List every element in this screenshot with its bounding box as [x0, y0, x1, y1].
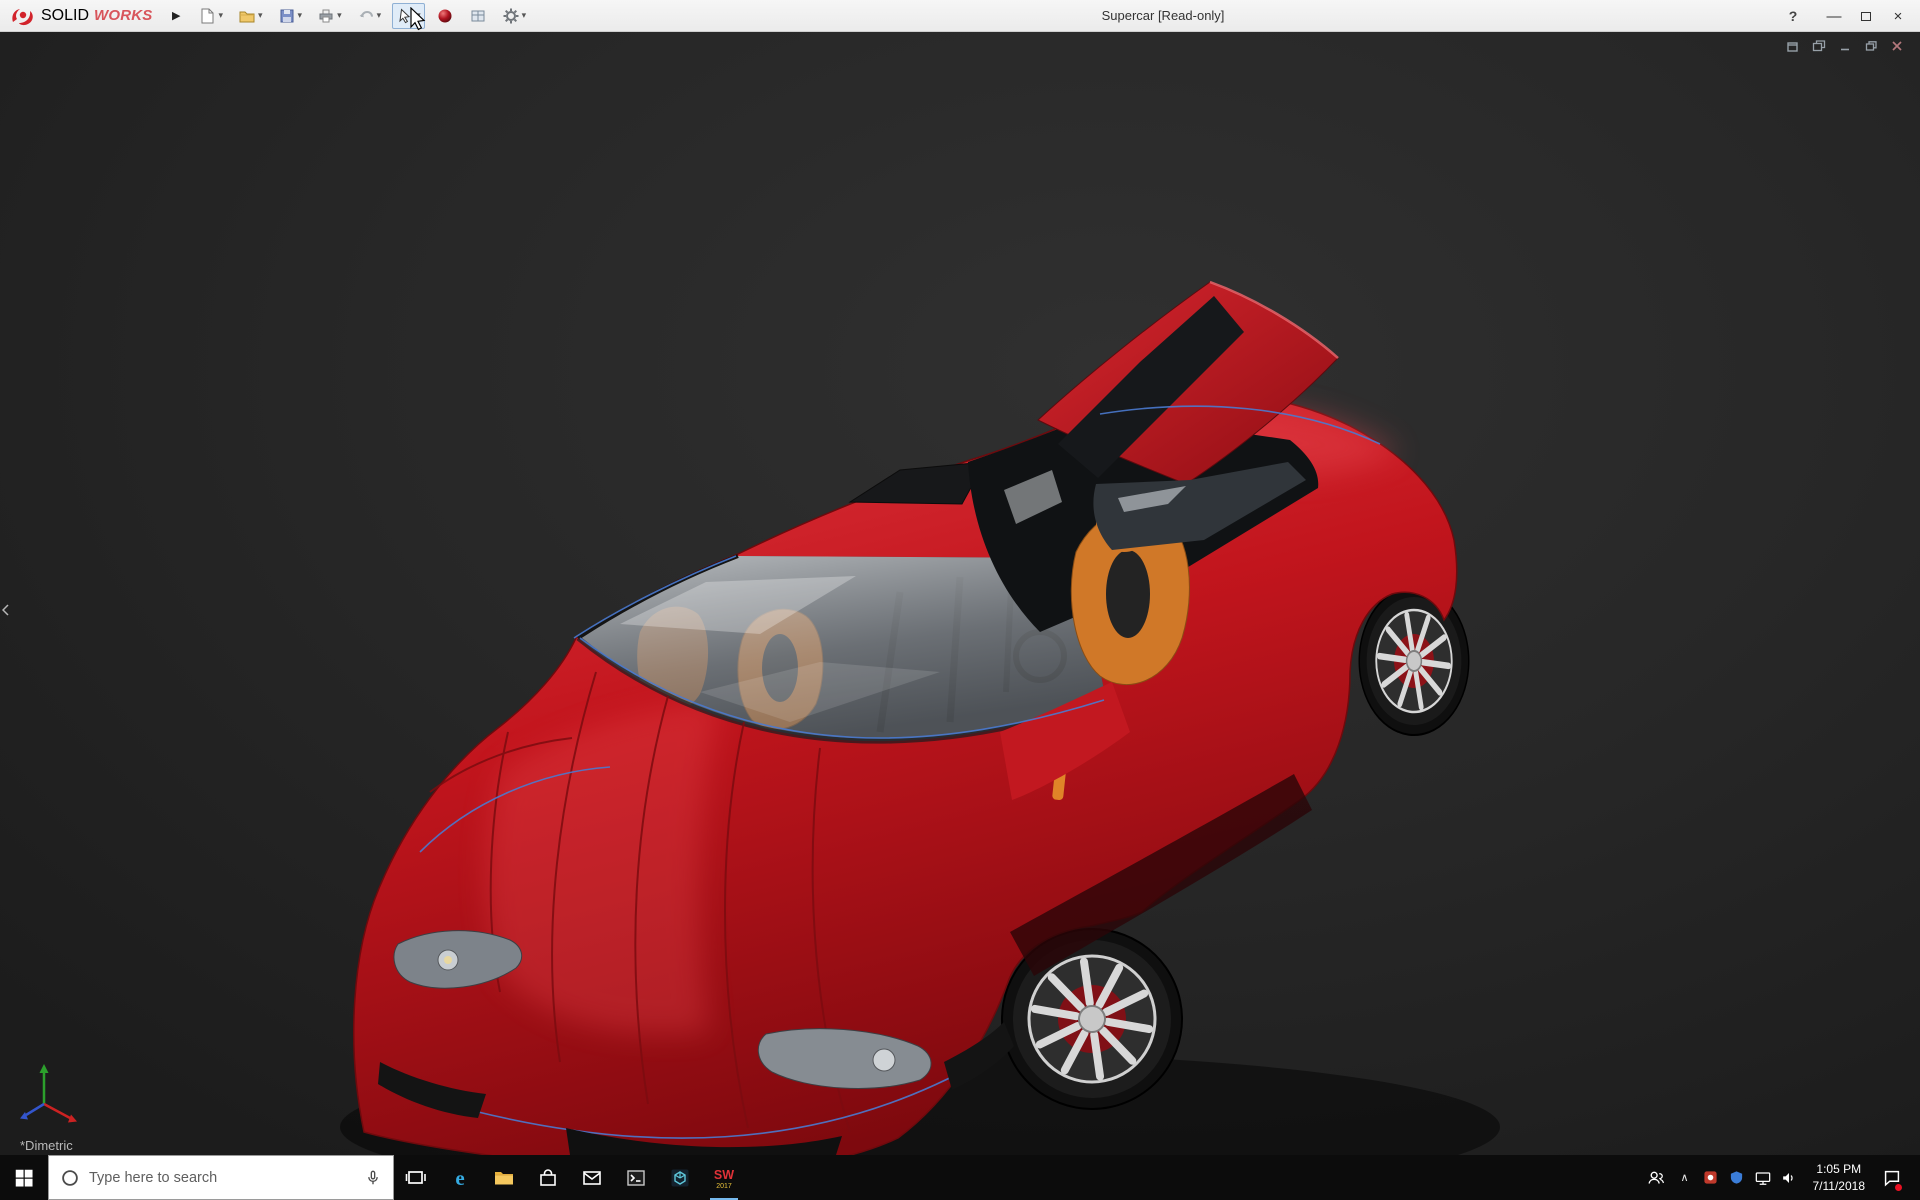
tray-app-2-button[interactable]: [1727, 1155, 1747, 1200]
task-view-button[interactable]: [394, 1155, 438, 1200]
print-icon: [317, 7, 335, 25]
chevron-down-icon[interactable]: ▾: [377, 11, 382, 20]
help-button[interactable]: ?: [1778, 8, 1808, 24]
task-view-icon: [404, 1166, 428, 1190]
microphone-icon[interactable]: [363, 1167, 383, 1189]
titlebar-controls: ? — ×: [1778, 0, 1914, 32]
windows-taskbar: e: [0, 1155, 1920, 1200]
svg-text:2017: 2017: [716, 1183, 732, 1190]
quick-access-toolbar: ▾ ▾ ▾: [194, 3, 530, 29]
clock-time: 1:05 PM: [1813, 1161, 1866, 1177]
people-button[interactable]: [1643, 1155, 1669, 1200]
supercar-model[interactable]: [0, 32, 1920, 1155]
menu-flyout-arrow[interactable]: ▶: [172, 9, 180, 22]
volume-button[interactable]: [1779, 1155, 1799, 1200]
minimize-button[interactable]: —: [1818, 0, 1850, 32]
chevron-up-icon: ∧: [1680, 1171, 1688, 1184]
command-prompt-icon: [624, 1166, 648, 1190]
close-button[interactable]: ×: [1882, 0, 1914, 32]
store-button[interactable]: [526, 1155, 570, 1200]
chevron-down-icon[interactable]: ▾: [522, 11, 527, 20]
open-folder-icon: [238, 7, 256, 25]
graphics-viewport[interactable]: *Dimetric: [0, 32, 1920, 1155]
cube-app-icon: [668, 1166, 692, 1190]
taskbar-clock[interactable]: 1:05 PM 7/11/2018: [1805, 1161, 1874, 1193]
network-icon: [1753, 1168, 1773, 1188]
document-title: Supercar [Read-only]: [1102, 8, 1225, 23]
cortana-icon: [59, 1167, 81, 1189]
chevron-left-icon: [2, 604, 9, 616]
display-pane-icon: [469, 7, 487, 25]
brand-solid: SOLID: [41, 7, 89, 25]
mouse-cursor: [409, 7, 431, 33]
solidworks-logo: SOLID WORKS: [0, 6, 170, 26]
start-button[interactable]: [0, 1155, 48, 1200]
edge-button[interactable]: e: [438, 1155, 482, 1200]
tray-app-2-icon: [1729, 1170, 1744, 1185]
undo-icon: [357, 7, 375, 25]
solidworks-2017-icon: SW 2017: [711, 1165, 737, 1191]
dassault-logo-icon: [10, 6, 36, 26]
new-document-icon: [198, 7, 216, 25]
chevron-down-icon[interactable]: ▾: [337, 11, 342, 20]
orientation-triad: [20, 1064, 77, 1123]
tray-app-1-icon: [1703, 1170, 1718, 1185]
new-document-button[interactable]: ▾: [194, 3, 227, 29]
search-input[interactable]: [89, 1170, 355, 1186]
doc-restore-button[interactable]: [1862, 38, 1880, 54]
doc-close-button[interactable]: [1888, 38, 1906, 54]
chevron-down-icon[interactable]: ▾: [218, 11, 223, 20]
new-window-button[interactable]: [1784, 38, 1802, 54]
mail-icon: [580, 1166, 604, 1190]
chevron-down-icon[interactable]: ▾: [258, 11, 263, 20]
tray-app-1-button[interactable]: [1701, 1155, 1721, 1200]
cube-app-button[interactable]: [658, 1155, 702, 1200]
display-settings-button[interactable]: [465, 3, 491, 29]
system-tray: ∧: [1643, 1155, 1920, 1200]
svg-text:SW: SW: [714, 1168, 734, 1182]
windows-logo-icon: [13, 1167, 35, 1189]
feature-panel-collapse-tab[interactable]: [0, 590, 11, 630]
mail-button[interactable]: [570, 1155, 614, 1200]
clock-date: 7/11/2018: [1813, 1178, 1866, 1194]
notification-badge: [1894, 1183, 1903, 1192]
solidworks-2017-button[interactable]: SW 2017: [702, 1155, 746, 1200]
print-button[interactable]: ▾: [313, 3, 346, 29]
command-prompt-button[interactable]: [614, 1155, 658, 1200]
store-icon: [536, 1166, 560, 1190]
taskbar-search[interactable]: [48, 1155, 394, 1200]
open-button[interactable]: ▾: [234, 3, 267, 29]
network-button[interactable]: [1753, 1155, 1773, 1200]
brand-works: WORKS: [94, 7, 153, 24]
appearance-button[interactable]: [432, 3, 458, 29]
options-button[interactable]: ▾: [498, 3, 531, 29]
solidworks-titlebar: SOLID WORKS ▶ ▾ ▾: [0, 0, 1920, 32]
file-explorer-button[interactable]: [482, 1155, 526, 1200]
maximize-icon: [1861, 12, 1871, 21]
save-icon: [278, 7, 296, 25]
chevron-down-icon[interactable]: ▾: [298, 11, 303, 20]
doc-minimize-button[interactable]: [1836, 38, 1854, 54]
desktop: SOLID WORKS ▶ ▾ ▾: [0, 0, 1920, 1200]
undo-button[interactable]: ▾: [353, 3, 386, 29]
appearance-sphere-icon: [436, 7, 454, 25]
cascade-window-button[interactable]: [1810, 38, 1828, 54]
tray-overflow-button[interactable]: ∧: [1675, 1155, 1695, 1200]
gear-icon: [502, 7, 520, 25]
save-button[interactable]: ▾: [274, 3, 307, 29]
action-center-button[interactable]: [1879, 1155, 1905, 1200]
people-icon: [1645, 1167, 1667, 1189]
svg-text:e: e: [455, 1166, 464, 1190]
document-window-controls: [1784, 38, 1906, 54]
volume-icon: [1779, 1168, 1799, 1188]
edge-icon: e: [448, 1166, 472, 1190]
file-explorer-icon: [492, 1166, 516, 1190]
maximize-button[interactable]: [1850, 0, 1882, 32]
orientation-label: *Dimetric: [20, 1138, 73, 1153]
